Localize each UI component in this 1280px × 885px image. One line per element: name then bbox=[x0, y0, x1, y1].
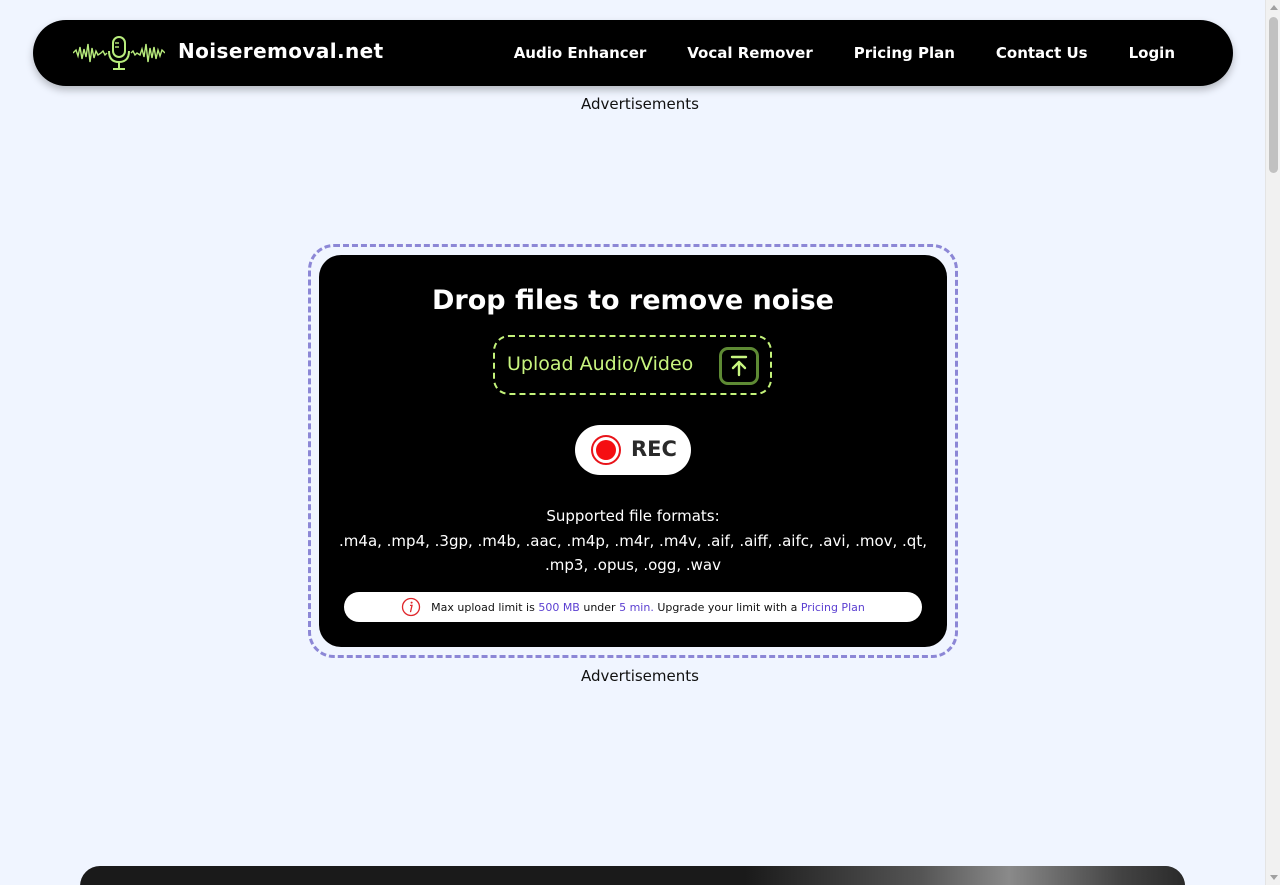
nav-link-pricing-plan[interactable]: Pricing Plan bbox=[854, 44, 955, 62]
limit-text-1: Max upload limit is bbox=[431, 600, 535, 614]
limit-duration: 5 min. bbox=[619, 600, 654, 614]
nav-links: Audio Enhancer Vocal Remover Pricing Pla… bbox=[514, 20, 1175, 86]
record-button-label: REC bbox=[631, 437, 677, 461]
scrollbar-thumb[interactable] bbox=[1269, 17, 1278, 173]
microphone-waveform-icon[interactable] bbox=[73, 34, 165, 72]
scrollbar[interactable] bbox=[1265, 0, 1280, 885]
supported-formats-title: Supported file formats: bbox=[546, 507, 720, 525]
record-dot-icon bbox=[591, 435, 621, 465]
upload-button-label: Upload Audio/Video bbox=[507, 353, 694, 375]
nav-link-contact-us[interactable]: Contact Us bbox=[996, 44, 1088, 62]
upload-arrow-icon bbox=[719, 347, 759, 385]
scroll-down-arrow-icon[interactable] bbox=[1270, 875, 1278, 880]
dropzone-title: Drop files to remove noise bbox=[432, 285, 834, 316]
info-icon bbox=[401, 597, 421, 617]
nav-link-audio-enhancer[interactable]: Audio Enhancer bbox=[514, 44, 647, 62]
supported-formats-list: .m4a, .mp4, .3gp, .m4b, .aac, .m4p, .m4r… bbox=[339, 532, 927, 574]
navbar: Noiseremoval.net Audio Enhancer Vocal Re… bbox=[33, 20, 1233, 86]
banner-image bbox=[745, 866, 1185, 885]
record-button[interactable]: REC bbox=[575, 425, 691, 475]
ads-label-top: Advertisements bbox=[581, 95, 699, 113]
ads-label-bottom: Advertisements bbox=[581, 667, 699, 685]
limit-size: 500 MB bbox=[538, 600, 580, 614]
limit-text-3: Upgrade your limit with a bbox=[657, 600, 798, 614]
scroll-up-arrow-icon[interactable] bbox=[1270, 5, 1278, 10]
limit-text-2: under bbox=[583, 600, 616, 614]
upload-button[interactable]: Upload Audio/Video bbox=[493, 335, 772, 395]
dropzone[interactable]: Drop files to remove noise Upload Audio/… bbox=[319, 255, 947, 647]
upload-limit-notice: Max upload limit is 500 MB under 5 min. … bbox=[344, 592, 922, 622]
pricing-plan-link[interactable]: Pricing Plan bbox=[801, 601, 865, 614]
brand-name[interactable]: Noiseremoval.net bbox=[178, 39, 384, 63]
nav-link-vocal-remover[interactable]: Vocal Remover bbox=[687, 44, 812, 62]
hero-banner bbox=[80, 866, 1185, 885]
nav-link-login[interactable]: Login bbox=[1129, 44, 1175, 62]
